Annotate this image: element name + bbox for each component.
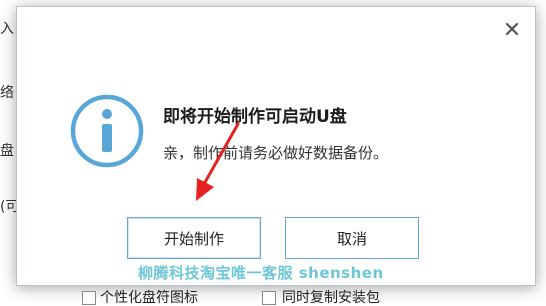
dialog-title: 即将开始制作可启动U盘: [163, 107, 347, 127]
background-text-fragment: 入: [0, 21, 14, 37]
copy-package-label: 同时复制安装包: [282, 290, 380, 306]
background-options: 个性化盘符图标 同时复制安装包: [0, 286, 546, 306]
copy-package-checkbox[interactable]: [262, 291, 276, 305]
dialog-message: 亲，制作前请务必做好数据备份。: [163, 144, 389, 162]
background-text-fragment: 络: [0, 85, 14, 101]
start-button[interactable]: 开始制作: [127, 217, 261, 259]
close-icon: [505, 22, 519, 36]
background-text-fragment: 盘: [0, 143, 14, 159]
personalized-icon-checkbox[interactable]: [82, 291, 96, 305]
personalized-icon-label: 个性化盘符图标: [100, 290, 198, 306]
info-icon: [70, 94, 144, 168]
close-button[interactable]: [501, 18, 523, 40]
confirm-dialog: 即将开始制作可启动U盘 亲，制作前请务必做好数据备份。 开始制作 取消: [16, 6, 536, 286]
cancel-button[interactable]: 取消: [285, 217, 419, 259]
watermark-text: 柳腾科技淘宝唯一客服 shenshen: [138, 264, 384, 282]
